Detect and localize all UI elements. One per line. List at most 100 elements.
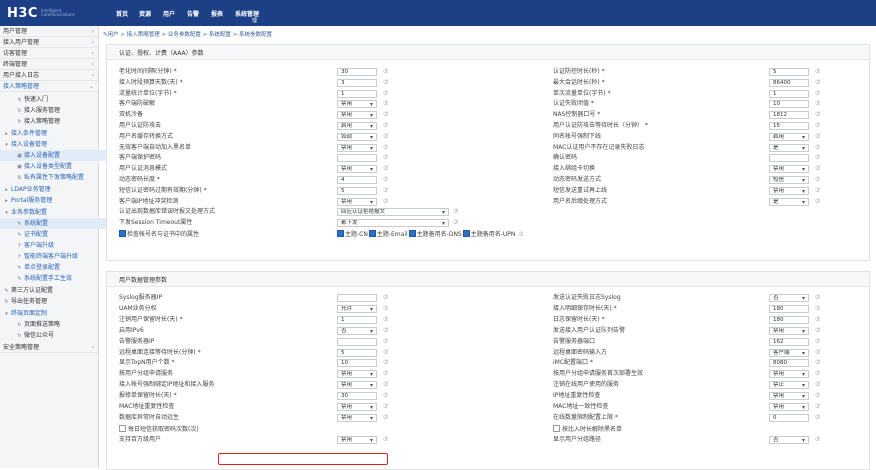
help-icon[interactable]: ⑦ <box>815 316 820 324</box>
text-input[interactable]: 1 <box>337 90 377 98</box>
help-icon[interactable]: ⑦ <box>383 338 388 346</box>
select-field[interactable]: 禁用 <box>769 187 809 195</box>
select-field[interactable]: 禁用 <box>769 165 809 173</box>
text-input[interactable]: 5 <box>769 68 809 76</box>
select-field[interactable]: 禁用 <box>769 370 809 378</box>
select-field[interactable]: 禁用 <box>337 436 377 444</box>
checkbox-checked[interactable] <box>462 230 470 237</box>
sidebar-item-access-log[interactable]: 用户接入日志 › <box>0 70 98 81</box>
select-field[interactable]: 禁用 <box>337 111 377 119</box>
help-icon[interactable]: ⑦ <box>453 208 458 216</box>
help-icon[interactable]: ⑦ <box>453 219 458 227</box>
select-field[interactable]: 否 <box>337 327 377 335</box>
select-field[interactable]: 是 <box>769 144 809 152</box>
help-icon[interactable]: ⑦ <box>815 154 820 162</box>
help-icon[interactable]: ⑦ <box>383 100 388 108</box>
text-input[interactable]: 10 <box>769 100 809 108</box>
text-input[interactable]: 180 <box>769 305 809 313</box>
help-icon[interactable]: ⑦ <box>815 338 820 346</box>
select-field[interactable]: 禁用 <box>769 403 809 411</box>
checkbox-checked[interactable] <box>337 230 344 237</box>
select-field[interactable]: 都下发 <box>337 219 449 227</box>
sidebar-item-business-params[interactable]: ▾ 业务参数配置 <box>0 207 102 218</box>
nav-resource[interactable]: 资源 <box>139 9 151 18</box>
text-input[interactable]: 162 <box>769 338 809 346</box>
help-icon[interactable]: ⑦ <box>815 165 820 173</box>
help-icon[interactable]: ⑦ <box>815 436 820 444</box>
sidebar-item-sso-config[interactable]: ✎ 单点登录配置 <box>0 262 115 273</box>
checkbox[interactable] <box>553 425 560 432</box>
text-input[interactable] <box>337 294 377 302</box>
help-icon[interactable]: ⑦ <box>383 79 388 87</box>
sidebar-item-access-policy[interactable]: 接入策略管理 ⌄ <box>0 81 98 92</box>
select-field[interactable]: 启用 <box>769 133 809 141</box>
help-icon[interactable]: ⑦ <box>383 122 388 130</box>
help-icon[interactable]: ⑦ <box>383 381 388 389</box>
help-icon[interactable]: ⑦ <box>815 305 820 313</box>
checkbox-checked[interactable] <box>408 230 416 237</box>
text-input[interactable]: 15 <box>769 122 809 130</box>
text-input[interactable]: 10 <box>337 359 377 367</box>
sidebar-item-portal[interactable]: ▸ Portal服务管理 <box>0 195 102 206</box>
text-input[interactable] <box>337 154 377 162</box>
checkbox-checked[interactable] <box>368 230 376 237</box>
help-icon[interactable]: ⑦ <box>383 370 388 378</box>
sidebar-item-device-type-config[interactable]: ▣ 接入设备类型配置 <box>0 161 115 172</box>
help-icon[interactable]: ⑦ <box>815 198 820 206</box>
select-field[interactable]: 回应认证拒绝报文 <box>337 208 449 216</box>
help-icon[interactable]: ⑦ <box>815 359 820 367</box>
text-input[interactable]: 86400 <box>769 79 809 87</box>
help-icon[interactable]: ⑦ <box>383 68 388 76</box>
select-field[interactable]: 禁用 <box>337 370 377 378</box>
select-field[interactable]: 禁用 <box>337 198 377 206</box>
sidebar-item-page-customize[interactable]: ▾ 终端页面定制 <box>0 308 102 319</box>
select-field[interactable]: 启用 <box>337 122 377 130</box>
sidebar-item-access-policy-mgmt[interactable]: ↻ 接入策略管理 <box>0 116 115 127</box>
select-field[interactable]: 客户端 <box>769 349 809 357</box>
help-icon[interactable]: ⑦ <box>383 327 388 335</box>
help-icon[interactable]: ⑦ <box>815 327 820 335</box>
sidebar-item-access-condition[interactable]: ▸ 接入条件管理 <box>0 128 102 139</box>
text-input[interactable]: 4 <box>337 176 377 184</box>
text-input[interactable] <box>769 154 809 162</box>
sidebar-item-guest[interactable]: 访客管理 › <box>0 48 98 59</box>
help-icon[interactable]: ⑦ <box>383 414 388 422</box>
help-icon[interactable]: ⑦ <box>815 111 820 119</box>
help-icon[interactable]: ⑦ <box>815 349 820 357</box>
sidebar-item-client-upgrade[interactable]: ↑ 客户端升级 <box>0 240 115 251</box>
text-input[interactable]: 5 <box>337 187 377 195</box>
sidebar-item-quick-start[interactable]: ↯ 快速入门 <box>0 94 115 105</box>
nav-user[interactable]: 用户 <box>163 9 175 18</box>
text-input[interactable]: 1812 <box>769 111 809 119</box>
sidebar-item-private-attr-policy[interactable]: ⇅ 私有属性下发策略配置 <box>0 172 115 183</box>
sidebar-item-ldap[interactable]: ▸ LDAP业务管理 <box>0 184 102 195</box>
help-icon[interactable]: ⑦ <box>383 165 388 173</box>
text-input[interactable]: 1 <box>337 316 377 324</box>
text-input[interactable]: 1 <box>769 90 809 98</box>
help-icon[interactable]: ⑦ <box>383 90 388 98</box>
select-field[interactable]: 禁用 <box>337 144 377 152</box>
select-field[interactable]: 禁用 <box>337 381 377 389</box>
help-icon[interactable]: ⑦ <box>383 154 388 162</box>
help-icon[interactable]: ⑦ <box>383 294 388 302</box>
sidebar-item-wechat[interactable]: ↻ 微信公众号 <box>0 330 115 341</box>
nav-report[interactable]: 报表 <box>211 9 223 18</box>
help-icon[interactable]: ⑦ <box>815 294 820 302</box>
select-field[interactable]: 禁用 <box>337 414 377 422</box>
help-icon[interactable]: ⑦ <box>383 436 388 444</box>
sidebar-item-manual-apply[interactable]: ✎ 系统配置手工生效 <box>0 273 115 284</box>
help-icon[interactable]: ⑦ <box>815 100 820 108</box>
help-icon[interactable]: ⑦ <box>815 79 820 87</box>
help-icon[interactable]: ⑦ <box>815 381 820 389</box>
select-field[interactable]: 禁用 <box>337 403 377 411</box>
select-field[interactable]: 禁止 <box>769 381 809 389</box>
sidebar-item-export-tasks[interactable]: ↻ 导出任务管理 <box>0 296 102 307</box>
sidebar-item-smart-terminal-upgrade[interactable]: ↑ 智能终端客户端升级 <box>0 251 115 262</box>
help-icon[interactable]: ⑦ <box>516 231 523 238</box>
help-icon[interactable]: ⑦ <box>383 305 388 313</box>
sidebar-item-third-party-auth[interactable]: ✎ 第三方认证配置 <box>0 285 102 296</box>
text-input[interactable]: 5 <box>337 349 377 357</box>
checkbox[interactable] <box>119 425 126 432</box>
text-input[interactable] <box>337 338 377 346</box>
sidebar-item-page-push[interactable]: ↻ 页面推送策略 <box>0 319 115 330</box>
